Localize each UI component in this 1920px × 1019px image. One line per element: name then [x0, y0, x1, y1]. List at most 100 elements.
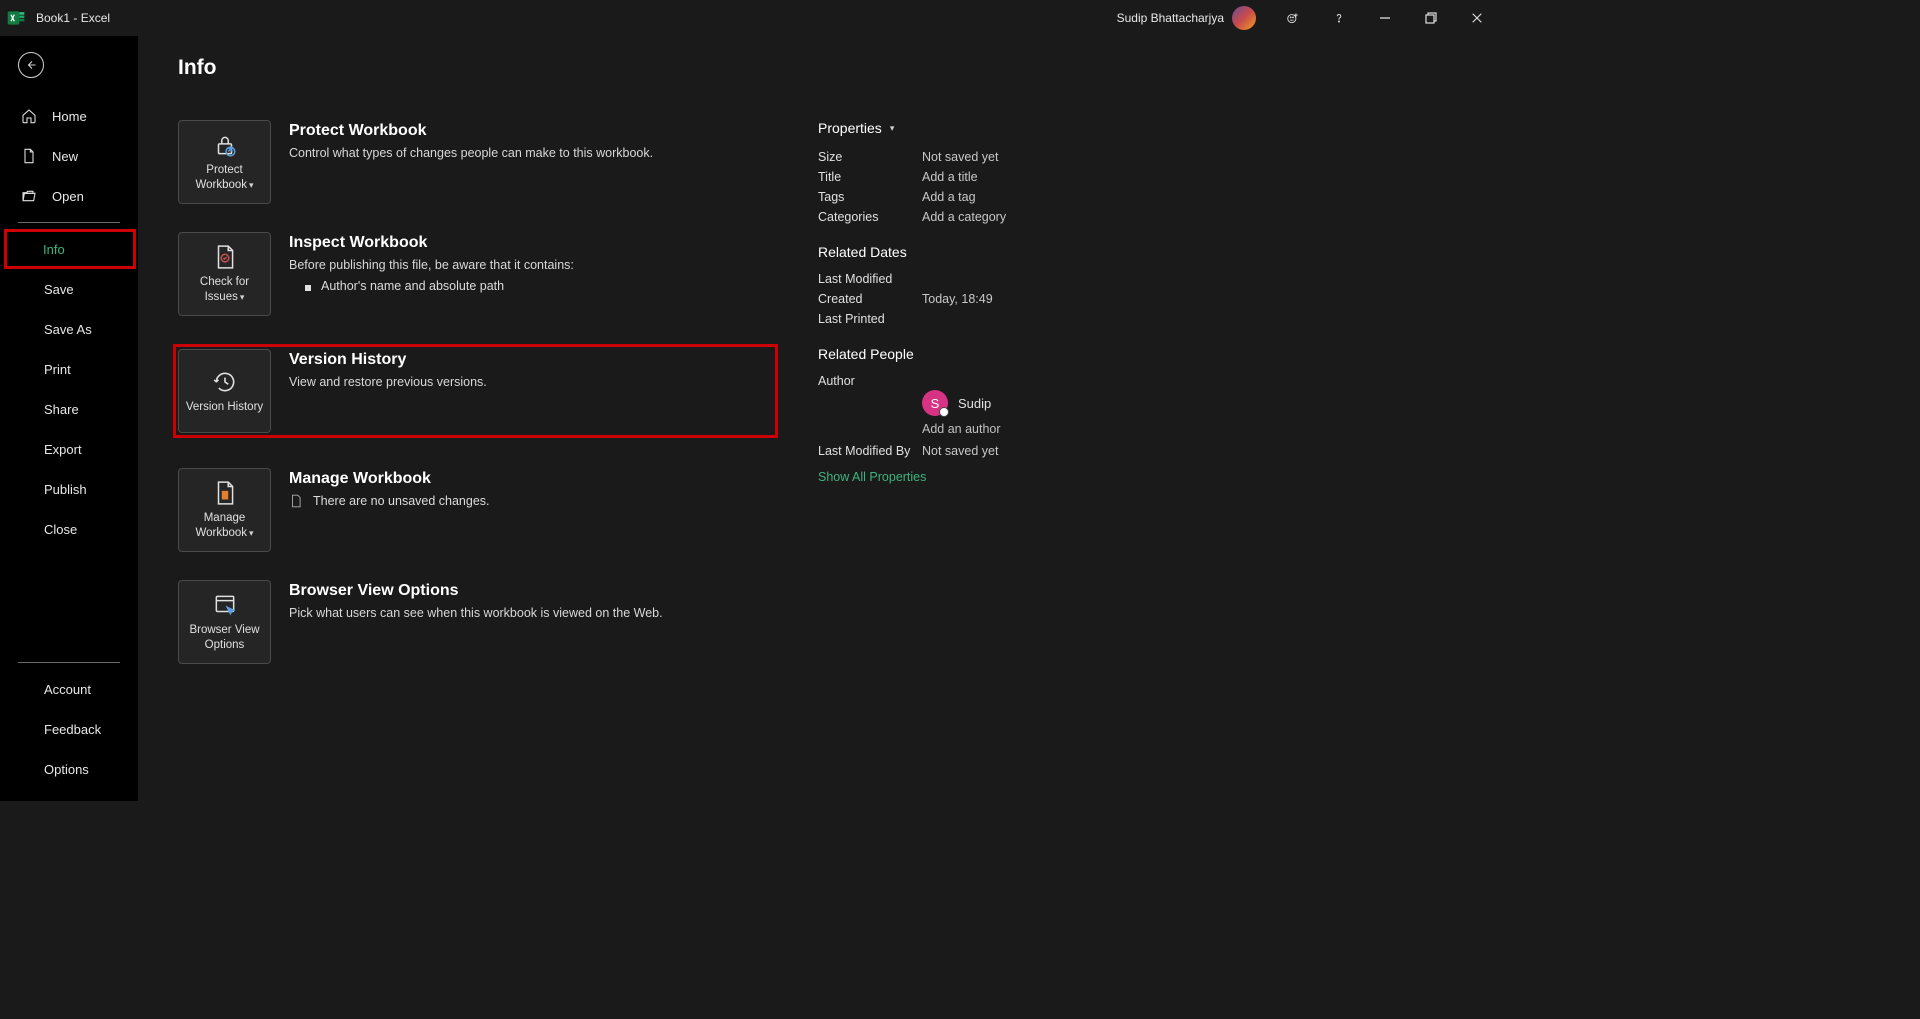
nav-info-label: Info [43, 242, 65, 257]
prop-lmb-label: Last Modified By [818, 444, 922, 458]
add-author-link[interactable]: Add an author [922, 422, 1118, 436]
prop-size-label: Size [818, 150, 922, 164]
nav-home[interactable]: Home [0, 96, 138, 136]
manage-workbook-section: Manage Workbook▾ Manage Workbook There a… [178, 468, 778, 552]
nav-options[interactable]: Options [0, 749, 138, 789]
protect-title: Protect Workbook [289, 122, 653, 140]
version-desc: View and restore previous versions. [289, 373, 487, 392]
nav-info[interactable]: Info [4, 229, 136, 269]
version-history-highlighted: Version History Version History View and… [173, 344, 778, 438]
browser-icon [212, 591, 238, 619]
nav-save[interactable]: Save [0, 269, 138, 309]
excel-app-icon [6, 8, 26, 28]
inspect-bullet-text: Author's name and absolute path [321, 279, 504, 293]
browser-btn-label: Browser View Options [189, 624, 259, 651]
nav-open[interactable]: Open [0, 176, 138, 216]
related-people-header: Related People [818, 346, 1118, 362]
check-for-issues-button[interactable]: Check for Issues▾ [178, 232, 271, 316]
history-icon [212, 368, 238, 396]
prop-title-value[interactable]: Add a title [922, 170, 978, 184]
inspect-icon [212, 243, 238, 271]
inspect-bullet: Author's name and absolute path [305, 279, 574, 293]
manage-icon [212, 479, 238, 507]
browser-desc: Pick what users can see when this workbo… [289, 604, 663, 623]
bullet-icon [305, 285, 311, 291]
nav-share-label: Share [44, 402, 79, 417]
manage-title: Manage Workbook [289, 470, 490, 488]
nav-print[interactable]: Print [0, 349, 138, 389]
nav-export-label: Export [44, 442, 82, 457]
nav-share[interactable]: Share [0, 389, 138, 429]
prop-lastprint-label: Last Printed [818, 312, 922, 326]
nav-account[interactable]: Account [0, 669, 138, 709]
backstage-sidebar: Home New Open Info Save Save As Print Sh… [0, 36, 138, 801]
prop-size-value: Not saved yet [922, 150, 998, 164]
document-icon [20, 148, 38, 164]
show-all-properties-link[interactable]: Show All Properties [818, 470, 1118, 484]
chevron-down-icon: ▾ [249, 528, 254, 540]
nav-options-label: Options [44, 762, 89, 777]
protect-workbook-section: Protect Workbook▾ Protect Workbook Contr… [178, 120, 778, 204]
maximize-button[interactable] [1408, 2, 1454, 34]
prop-tags-value[interactable]: Add a tag [922, 190, 976, 204]
emoji-reactions-button[interactable] [1270, 2, 1316, 34]
page-title: Info [178, 56, 1466, 80]
nav-new[interactable]: New [0, 136, 138, 176]
nav-save-label: Save [44, 282, 74, 297]
author-avatar: S [922, 390, 948, 416]
browser-title: Browser View Options [289, 582, 663, 600]
window-title: Book1 - Excel [36, 11, 110, 25]
prop-lmb-value: Not saved yet [922, 444, 998, 458]
user-avatar[interactable] [1232, 6, 1256, 30]
version-history-button[interactable]: Version History [178, 349, 271, 433]
nav-open-label: Open [52, 189, 84, 204]
protect-btn-label: Protect Workbook [195, 164, 247, 191]
folder-open-icon [20, 188, 38, 204]
document-small-icon [289, 494, 303, 508]
nav-close-label: Close [44, 522, 77, 537]
manage-workbook-button[interactable]: Manage Workbook▾ [178, 468, 271, 552]
chevron-down-icon: ▾ [240, 292, 245, 304]
browser-view-button[interactable]: Browser View Options [178, 580, 271, 664]
titlebar: Book1 - Excel Sudip Bhattacharjya [0, 0, 1506, 36]
nav-feedback[interactable]: Feedback [0, 709, 138, 749]
back-button[interactable] [18, 52, 44, 78]
version-btn-label: Version History [186, 401, 263, 413]
version-title: Version History [289, 351, 487, 369]
prop-cat-value[interactable]: Add a category [922, 210, 1006, 224]
nav-divider [18, 222, 120, 223]
nav-publish[interactable]: Publish [0, 469, 138, 509]
nav-print-label: Print [44, 362, 71, 377]
chevron-down-icon: ▾ [890, 123, 895, 134]
nav-home-label: Home [52, 109, 87, 124]
nav-new-label: New [52, 149, 78, 164]
version-history-section: Version History Version History View and… [178, 349, 773, 433]
nav-saveas[interactable]: Save As [0, 309, 138, 349]
main-content: Info Protect Workbook▾ Protect Workbook … [138, 36, 1506, 801]
prop-tags-label: Tags [818, 190, 922, 204]
author-name: Sudip [958, 396, 991, 411]
nav-saveas-label: Save As [44, 322, 92, 337]
properties-header[interactable]: Properties ▾ [818, 120, 1118, 136]
author-entry[interactable]: S Sudip [922, 390, 1118, 416]
home-icon [20, 108, 38, 124]
inspect-workbook-section: Check for Issues▾ Inspect Workbook Befor… [178, 232, 778, 316]
prop-created-value: Today, 18:49 [922, 292, 993, 306]
help-button[interactable] [1316, 2, 1362, 34]
properties-panel: Properties ▾ SizeNot saved yet TitleAdd … [818, 120, 1118, 692]
nav-account-label: Account [44, 682, 91, 697]
user-name-label[interactable]: Sudip Bhattacharjya [1117, 11, 1224, 25]
browser-view-section: Browser View Options Browser View Option… [178, 580, 778, 664]
nav-export[interactable]: Export [0, 429, 138, 469]
related-dates-header: Related Dates [818, 244, 1118, 260]
protect-workbook-button[interactable]: Protect Workbook▾ [178, 120, 271, 204]
close-button[interactable] [1454, 2, 1500, 34]
manage-btn-label: Manage Workbook [195, 512, 247, 539]
manage-desc: There are no unsaved changes. [313, 494, 490, 508]
prop-author-label: Author [818, 374, 922, 388]
protect-desc: Control what types of changes people can… [289, 144, 653, 163]
minimize-button[interactable] [1362, 2, 1408, 34]
nav-close[interactable]: Close [0, 509, 138, 549]
inspect-title: Inspect Workbook [289, 234, 574, 252]
properties-header-label: Properties [818, 120, 882, 136]
